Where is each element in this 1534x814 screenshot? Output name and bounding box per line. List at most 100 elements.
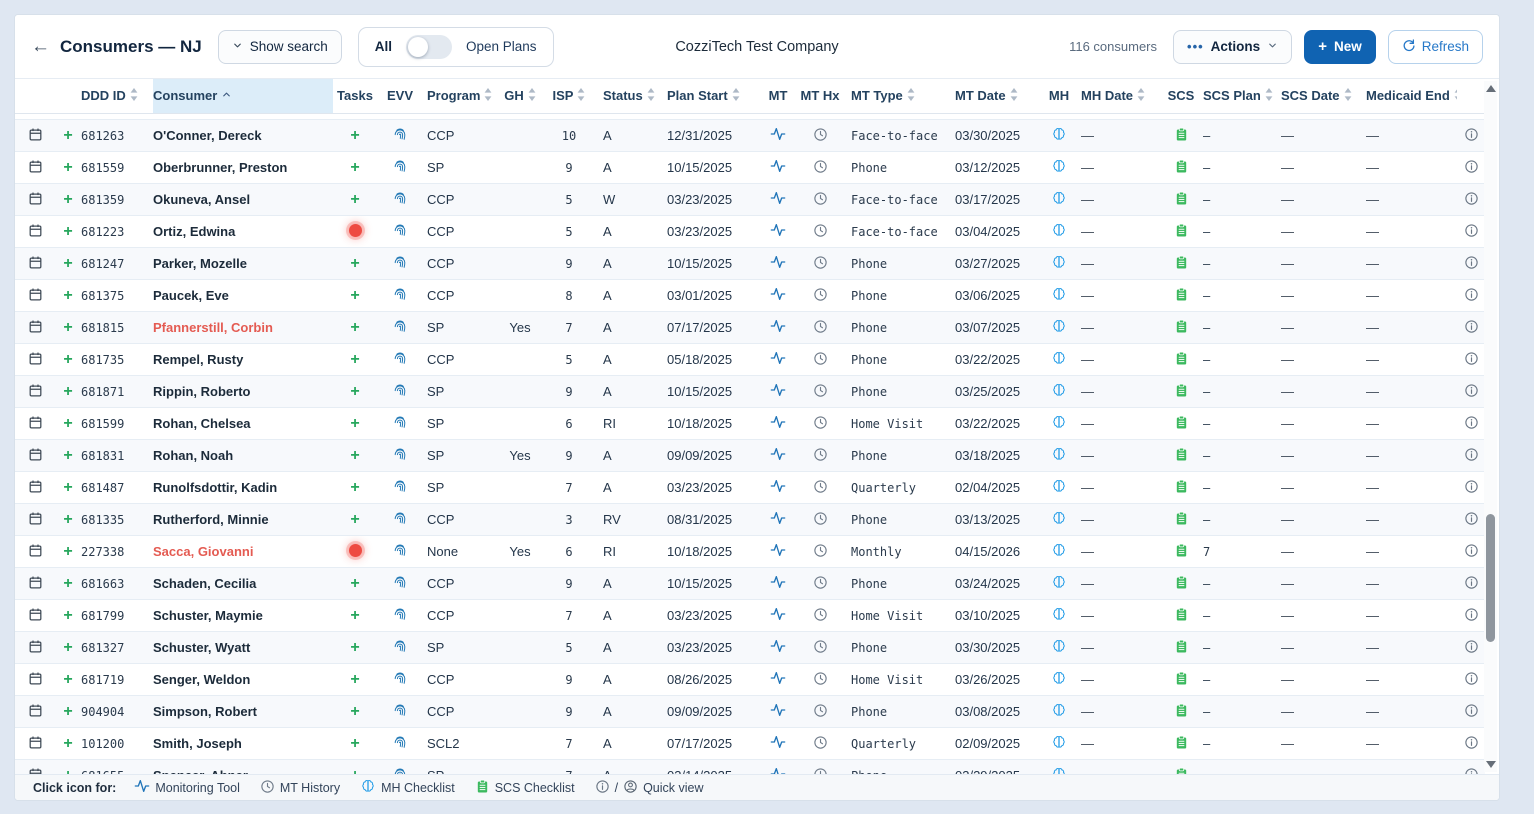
- mh-checklist-icon[interactable]: [1051, 350, 1067, 369]
- mh-checklist-icon[interactable]: [1051, 638, 1067, 657]
- scs-checklist-icon[interactable]: [1174, 319, 1189, 337]
- evv-fingerprint-icon[interactable]: [392, 702, 408, 721]
- mt-history-icon[interactable]: [813, 159, 828, 177]
- task-indicator[interactable]: +: [333, 472, 377, 504]
- monitoring-tool-icon[interactable]: [759, 184, 797, 216]
- scs-checklist-icon[interactable]: [1174, 383, 1189, 401]
- column-header-scs-plan[interactable]: SCS Plan: [1203, 79, 1281, 113]
- column-header-scs-date[interactable]: SCS Date: [1281, 79, 1363, 113]
- consumer-name[interactable]: Schuster, Wyatt: [153, 640, 250, 655]
- calendar-icon[interactable]: [28, 319, 43, 337]
- add-icon[interactable]: +: [55, 568, 81, 600]
- add-task-icon[interactable]: +: [350, 351, 359, 368]
- quick-view-icon[interactable]: [1464, 479, 1479, 497]
- quick-view-icon[interactable]: [1457, 312, 1485, 344]
- quick-view-icon[interactable]: [1457, 376, 1485, 408]
- scs-checklist-icon[interactable]: [1174, 415, 1189, 433]
- consumer-name[interactable]: Runolfsdottir, Kadin: [153, 480, 277, 495]
- add-icon[interactable]: +: [55, 184, 81, 216]
- consumer-name[interactable]: Rohan, Noah: [153, 440, 333, 472]
- scs-checklist-icon[interactable]: [1174, 543, 1189, 561]
- column-header-mt-type[interactable]: MT Type: [843, 79, 951, 113]
- mh-checklist-icon[interactable]: [1037, 408, 1081, 440]
- add-icon[interactable]: +: [63, 191, 72, 208]
- scs-checklist-icon[interactable]: [1174, 255, 1189, 273]
- mh-checklist-icon[interactable]: [1051, 222, 1067, 241]
- mh-checklist-icon[interactable]: [1037, 664, 1081, 696]
- quick-view-icon[interactable]: [1457, 536, 1485, 568]
- evv-fingerprint-icon[interactable]: [377, 568, 423, 600]
- column-header-ddd-id[interactable]: DDD ID: [81, 79, 153, 113]
- add-task-icon[interactable]: +: [350, 671, 359, 688]
- scs-checklist-icon[interactable]: [1159, 184, 1203, 216]
- add-icon[interactable]: +: [63, 511, 72, 528]
- add-icon[interactable]: +: [55, 312, 81, 344]
- mh-checklist-icon[interactable]: [1051, 542, 1067, 561]
- task-indicator[interactable]: +: [333, 280, 377, 312]
- task-alert-icon[interactable]: [349, 544, 362, 557]
- monitoring-tool-icon[interactable]: [759, 568, 797, 600]
- task-indicator[interactable]: +: [333, 440, 377, 472]
- mt-history-icon[interactable]: [813, 575, 828, 593]
- add-task-icon[interactable]: +: [350, 287, 359, 304]
- quick-view-icon[interactable]: [1464, 191, 1479, 209]
- task-indicator[interactable]: +: [333, 728, 377, 760]
- quick-view-icon[interactable]: [1457, 344, 1485, 376]
- add-task-icon[interactable]: +: [350, 127, 359, 144]
- add-icon[interactable]: +: [63, 703, 72, 720]
- mh-checklist-icon[interactable]: [1037, 472, 1081, 504]
- monitoring-tool-icon[interactable]: [759, 696, 797, 728]
- evv-fingerprint-icon[interactable]: [392, 574, 408, 593]
- calendar-icon[interactable]: [28, 191, 43, 209]
- calendar-icon[interactable]: [15, 248, 55, 280]
- add-task-icon[interactable]: +: [350, 735, 359, 752]
- evv-fingerprint-icon[interactable]: [377, 536, 423, 568]
- calendar-icon[interactable]: [15, 120, 55, 152]
- scs-checklist-icon[interactable]: [1174, 127, 1189, 145]
- mt-history-icon[interactable]: [797, 536, 843, 568]
- consumer-name[interactable]: Simpson, Robert: [153, 696, 333, 728]
- quick-view-icon[interactable]: [1457, 248, 1485, 280]
- scs-checklist-icon[interactable]: [1174, 511, 1189, 529]
- monitoring-tool-icon[interactable]: [770, 286, 786, 305]
- scs-checklist-icon[interactable]: [1159, 504, 1203, 536]
- evv-fingerprint-icon[interactable]: [392, 446, 408, 465]
- add-icon[interactable]: +: [63, 127, 72, 144]
- add-icon[interactable]: +: [63, 351, 72, 368]
- monitoring-tool-icon[interactable]: [770, 670, 786, 689]
- column-header-status[interactable]: Status: [591, 79, 667, 113]
- calendar-icon[interactable]: [15, 472, 55, 504]
- consumer-name[interactable]: Smith, Joseph: [153, 736, 242, 751]
- monitoring-tool-icon[interactable]: [759, 280, 797, 312]
- calendar-icon[interactable]: [28, 127, 43, 145]
- column-header-medicaid-end[interactable]: Medicaid End: [1363, 79, 1457, 113]
- mt-history-icon[interactable]: [797, 472, 843, 504]
- monitoring-tool-icon[interactable]: [759, 536, 797, 568]
- consumer-name[interactable]: Rohan, Noah: [153, 448, 233, 463]
- calendar-icon[interactable]: [15, 312, 55, 344]
- calendar-icon[interactable]: [15, 728, 55, 760]
- consumer-name[interactable]: Rutherford, Minnie: [153, 504, 333, 536]
- calendar-icon[interactable]: [28, 479, 43, 497]
- consumer-name[interactable]: Schaden, Cecilia: [153, 568, 333, 600]
- calendar-icon[interactable]: [28, 639, 43, 657]
- monitoring-tool-icon[interactable]: [770, 638, 786, 657]
- evv-fingerprint-icon[interactable]: [377, 600, 423, 632]
- show-search-button[interactable]: Show search: [218, 30, 342, 64]
- task-indicator[interactable]: +: [333, 344, 377, 376]
- scs-checklist-icon[interactable]: [1159, 280, 1203, 312]
- evv-fingerprint-icon[interactable]: [392, 670, 408, 689]
- mt-history-icon[interactable]: [797, 280, 843, 312]
- mt-history-icon[interactable]: [797, 312, 843, 344]
- add-task-icon[interactable]: +: [350, 159, 359, 176]
- monitoring-tool-icon[interactable]: [770, 382, 786, 401]
- scs-checklist-icon[interactable]: [1174, 479, 1189, 497]
- add-icon[interactable]: +: [55, 344, 81, 376]
- mt-history-icon[interactable]: [797, 248, 843, 280]
- mt-history-icon[interactable]: [797, 632, 843, 664]
- add-icon[interactable]: +: [55, 472, 81, 504]
- consumer-name[interactable]: Senger, Weldon: [153, 672, 250, 687]
- add-task-icon[interactable]: +: [350, 639, 359, 656]
- monitoring-tool-icon[interactable]: [770, 702, 786, 721]
- mh-checklist-icon[interactable]: [1037, 216, 1081, 248]
